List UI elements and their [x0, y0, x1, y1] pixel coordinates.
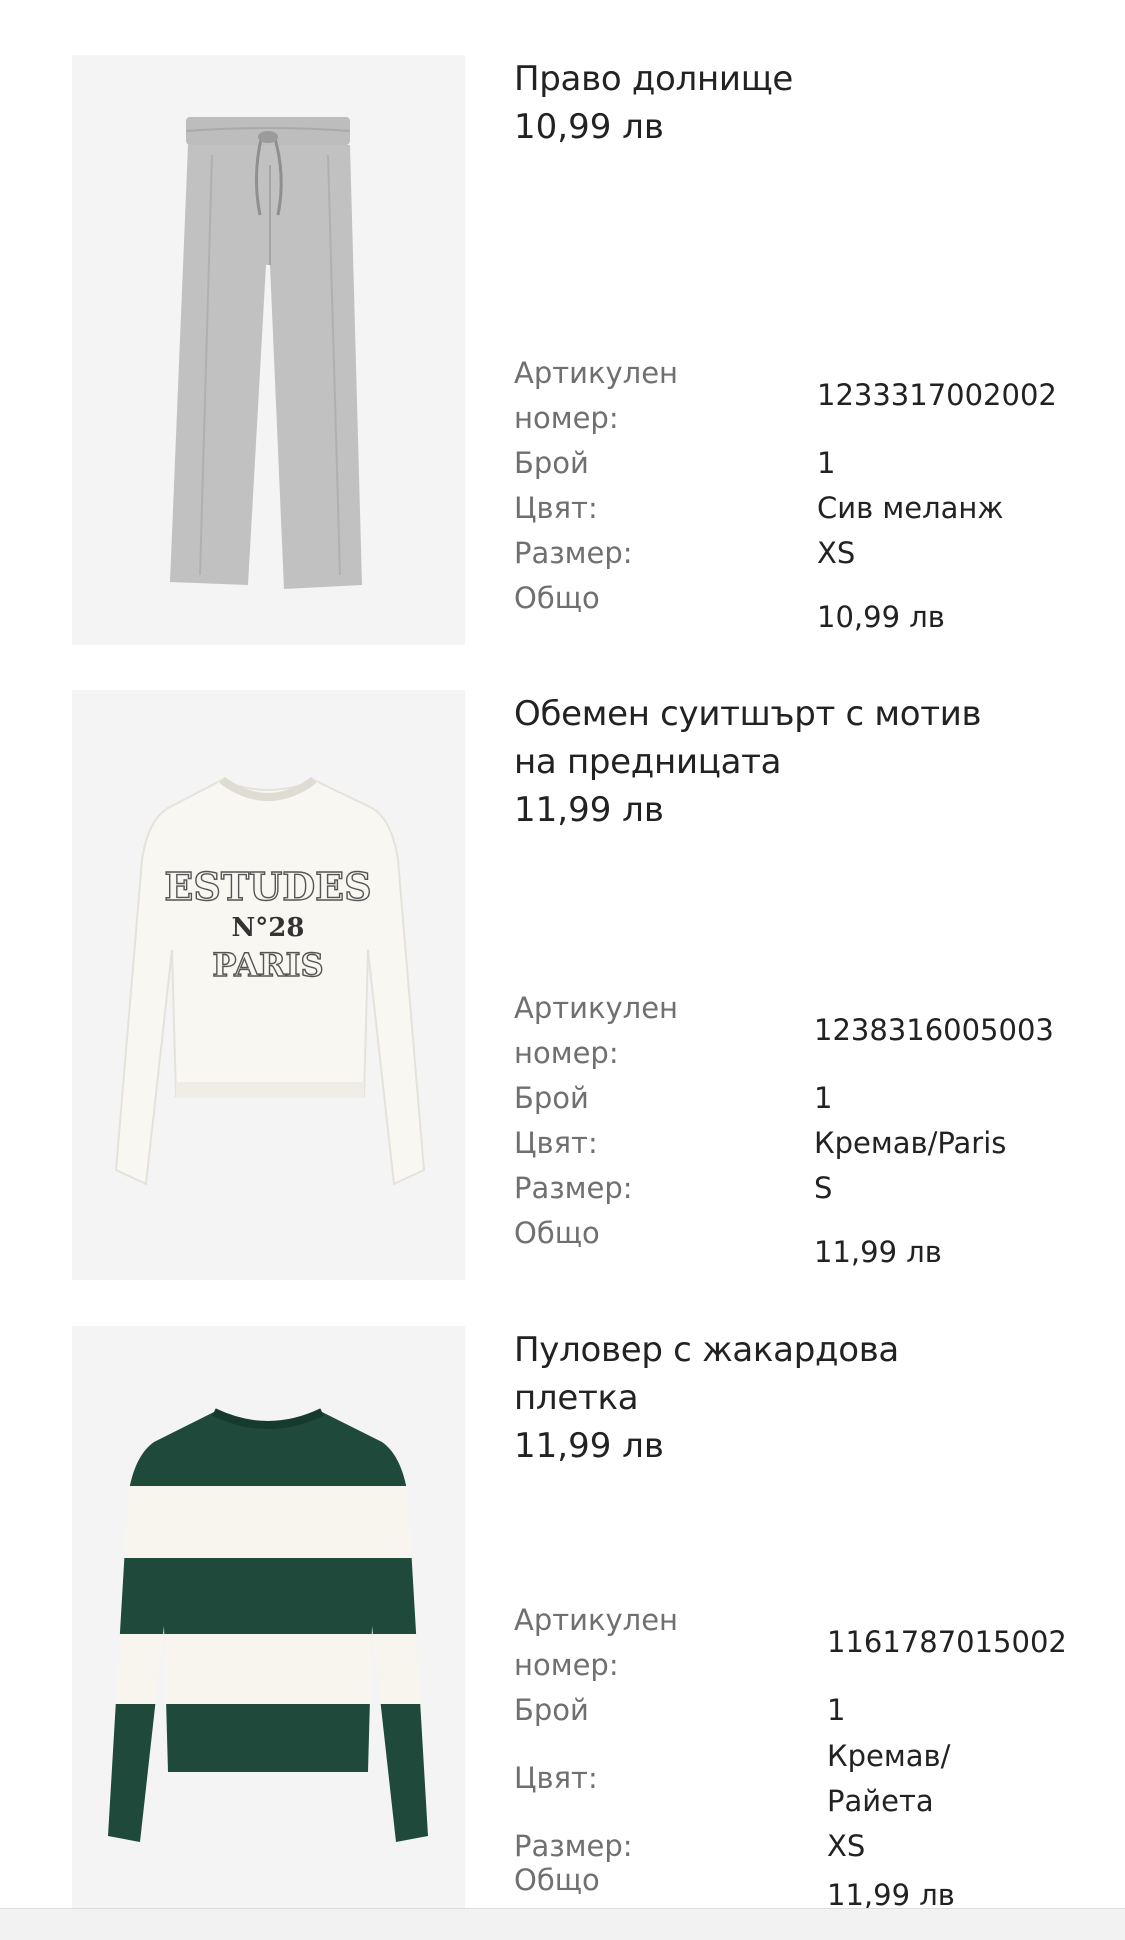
print-text-paris: PARIS	[212, 946, 323, 984]
article-number-value: 1233317002002	[817, 378, 1057, 412]
size-value: S	[814, 1171, 833, 1205]
order-item: Право долнище 10,99 лв Артикулен номер: …	[0, 55, 1125, 645]
product-title[interactable]: Пуловер с жакардова	[514, 1326, 1074, 1375]
article-number-label-line1: Артикулен	[514, 991, 679, 1025]
total-value: 10,99 лв	[817, 600, 945, 634]
color-label: Цвят:	[514, 1761, 598, 1795]
article-number-value: 1238316005003	[814, 1013, 1054, 1047]
product-title-line2[interactable]: на предницата	[514, 738, 1074, 787]
quantity-value: 1	[814, 1081, 833, 1115]
product-price: 11,99 лв	[514, 1426, 664, 1466]
order-item: Пуловер с жакардова плетка 11,99 лв Арти…	[0, 1326, 1125, 1912]
color-value: Сив меланж	[817, 491, 1004, 525]
size-label: Размер:	[514, 536, 633, 570]
size-value: XS	[817, 536, 856, 570]
article-number-label-line1: Артикулен	[514, 1603, 679, 1637]
total-label: Общо	[514, 1863, 600, 1897]
color-label: Цвят:	[514, 1126, 598, 1160]
article-number-label-line2: номер:	[514, 401, 619, 435]
color-value-line2: Райета	[827, 1784, 934, 1818]
article-number-label-line2: номер:	[514, 1036, 619, 1070]
quantity-label: Брой	[514, 446, 589, 480]
product-image-sweatshirt[interactable]: ESTUDES N°28 PARIS	[72, 690, 465, 1280]
size-value: XS	[827, 1829, 866, 1863]
striped-sweater-icon	[72, 1326, 465, 1908]
article-number-label-line2: номер:	[514, 1648, 619, 1682]
print-text-number: N°28	[232, 913, 305, 943]
quantity-label: Брой	[514, 1081, 589, 1115]
product-image-sweater[interactable]	[72, 1326, 465, 1908]
article-number-label-line1: Артикулен	[514, 356, 679, 390]
bottom-bar	[0, 1908, 1125, 1940]
quantity-value: 1	[827, 1693, 846, 1727]
total-value: 11,99 лв	[814, 1235, 942, 1269]
grey-trousers-icon	[72, 55, 465, 645]
quantity-label: Брой	[514, 1693, 589, 1727]
total-label: Общо	[514, 581, 600, 615]
size-label: Размер:	[514, 1171, 633, 1205]
color-value: Кремав/Paris	[814, 1126, 1007, 1160]
order-item: ESTUDES N°28 PARIS Обемен суитшърт с мот…	[0, 690, 1125, 1280]
print-text-estudes: ESTUDES	[164, 864, 371, 909]
quantity-value: 1	[817, 446, 836, 480]
product-title[interactable]: Право долнище	[514, 55, 1074, 104]
color-label: Цвят:	[514, 491, 598, 525]
product-price: 10,99 лв	[514, 107, 664, 147]
product-image-trousers[interactable]	[72, 55, 465, 645]
total-label: Общо	[514, 1216, 600, 1250]
article-number-value: 1161787015002	[827, 1625, 1067, 1659]
product-title-line2[interactable]: плетка	[514, 1374, 1074, 1423]
product-title[interactable]: Обемен суитшърт с мотив	[514, 690, 1074, 739]
white-sweatshirt-icon: ESTUDES N°28 PARIS	[72, 690, 465, 1280]
color-value-line1: Кремав/	[827, 1739, 951, 1773]
product-price: 11,99 лв	[514, 790, 664, 830]
